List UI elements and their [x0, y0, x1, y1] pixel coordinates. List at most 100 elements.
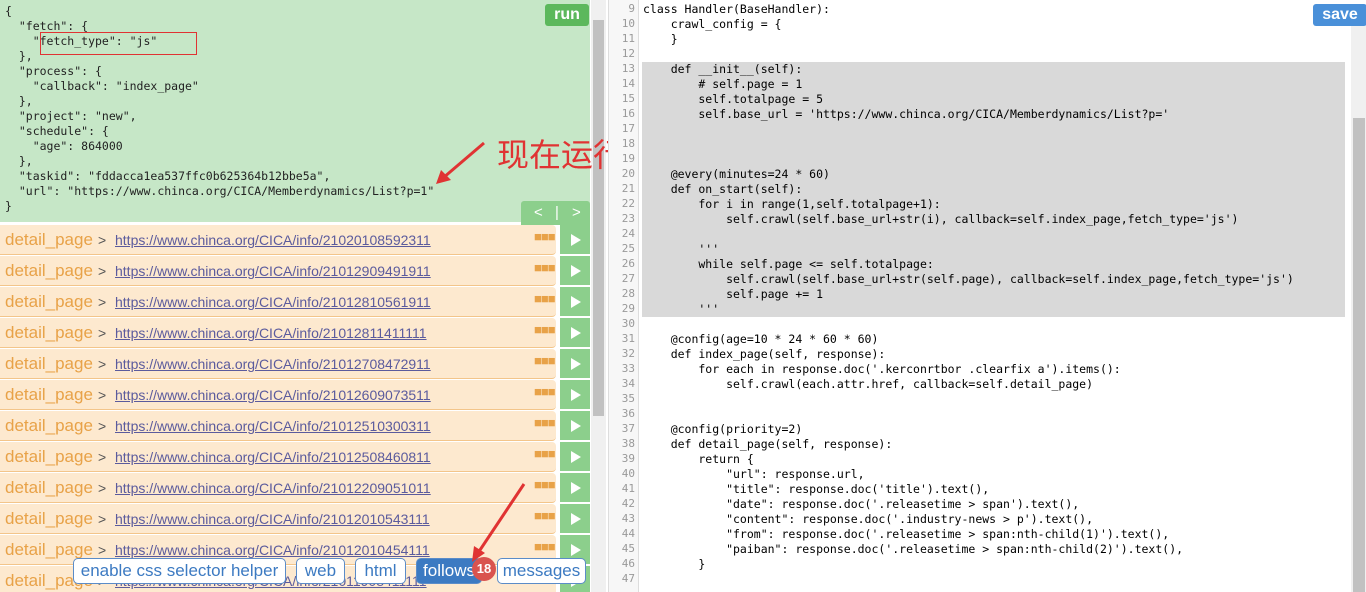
next-page-button[interactable]: > [572, 204, 581, 221]
play-icon[interactable] [560, 256, 590, 286]
code-line[interactable]: self.base_url = 'https://www.chinca.org/… [643, 107, 1169, 121]
result-row[interactable]: detail_page > https://www.chinca.org/CICA/… [0, 504, 590, 534]
code-line[interactable]: } [643, 32, 678, 46]
result-url-link[interactable]: https://www.chinca.org/CICA/info/2101290… [115, 263, 431, 279]
result-row-body[interactable]: detail_page > https://www.chinca.org/CICA/… [0, 256, 556, 286]
result-url-link[interactable]: https://www.chinca.org/CICA/info/2101201… [115, 542, 430, 558]
result-url-link[interactable]: https://www.chinca.org/CICA/info/2102010… [115, 232, 431, 248]
callback-name: detail_page [5, 261, 93, 280]
more-dots-icon[interactable]: ■■■ [534, 415, 556, 430]
code-line[interactable]: } [643, 557, 705, 571]
prev-page-button[interactable]: < [534, 204, 543, 221]
more-dots-icon[interactable]: ■■■ [534, 322, 556, 337]
result-row[interactable]: detail_page > https://www.chinca.org/CICA/… [0, 442, 590, 472]
play-icon[interactable] [560, 287, 590, 317]
result-row-body[interactable]: detail_page > https://www.chinca.org/CICA/… [0, 442, 556, 472]
code-line[interactable]: def detail_page(self, response): [643, 437, 893, 451]
play-icon[interactable] [560, 411, 590, 441]
line-number: 19 [621, 152, 635, 165]
result-row-body[interactable]: detail_page > https://www.chinca.org/CICA/… [0, 318, 556, 348]
code-line[interactable]: self.crawl(self.base_url+str(self.page),… [643, 272, 1294, 286]
more-dots-icon[interactable]: ■■■ [534, 384, 556, 399]
result-row-body[interactable]: detail_page > https://www.chinca.org/CICA/… [0, 225, 556, 255]
result-url-link[interactable]: https://www.chinca.org/CICA/info/2101270… [115, 356, 431, 372]
more-dots-icon[interactable]: ■■■ [534, 508, 556, 523]
result-row[interactable]: detail_page > https://www.chinca.org/CICA/… [0, 380, 590, 410]
pager-separator: | [555, 204, 559, 221]
code-line[interactable]: def on_start(self): [643, 182, 803, 196]
more-dots-icon[interactable]: ■■■ [534, 446, 556, 461]
result-row-body[interactable]: detail_page > https://www.chinca.org/CICA/… [0, 504, 556, 534]
code-line[interactable]: # self.page = 1 [643, 77, 802, 91]
more-dots-icon[interactable]: ■■■ [534, 477, 556, 492]
code-line[interactable]: @config(priority=2) [643, 422, 803, 436]
play-icon[interactable] [560, 318, 590, 348]
result-url-link[interactable]: https://www.chinca.org/CICA/info/2101220… [115, 480, 431, 496]
code-line[interactable]: "date": response.doc('.releasetime > spa… [643, 497, 1079, 511]
code-line[interactable]: self.page += 1 [643, 287, 823, 301]
code-line[interactable]: "url": response.url, [643, 467, 864, 481]
play-icon[interactable] [560, 473, 590, 503]
result-row[interactable]: detail_page > https://www.chinca.org/CICA/… [0, 473, 590, 503]
result-row[interactable]: detail_page > https://www.chinca.org/CICA/… [0, 256, 590, 286]
tab-messages[interactable]: messages [497, 558, 586, 584]
save-button[interactable]: save [1313, 4, 1366, 26]
arrow-separator: > [98, 542, 107, 558]
code-line[interactable]: def index_page(self, response): [643, 347, 886, 361]
result-row-body[interactable]: detail_page > https://www.chinca.org/CICA/… [0, 380, 556, 410]
code-line[interactable]: @every(minutes=24 * 60) [643, 167, 830, 181]
play-icon[interactable] [560, 442, 590, 472]
code-line[interactable]: "from": response.doc('.releasetime > spa… [643, 527, 1169, 541]
result-row[interactable]: detail_page > https://www.chinca.org/CICA/… [0, 225, 590, 255]
result-url-link[interactable]: https://www.chinca.org/CICA/info/2101281… [115, 294, 431, 310]
more-dots-icon[interactable]: ■■■ [534, 260, 556, 275]
code-line[interactable]: "content": response.doc('.industry-news … [643, 512, 1093, 526]
result-url-link[interactable]: https://www.chinca.org/CICA/info/2101251… [115, 418, 431, 434]
code-line[interactable]: self.crawl(self.base_url+str(i), callbac… [643, 212, 1238, 226]
code-line[interactable]: "title": response.doc('title').text(), [643, 482, 989, 496]
left-scrollbar-thumb[interactable] [593, 20, 604, 416]
result-row-body[interactable]: detail_page > https://www.chinca.org/CICA/… [0, 287, 556, 317]
line-number: 24 [621, 227, 635, 240]
play-icon[interactable] [560, 225, 590, 255]
result-row-body[interactable]: detail_page > https://www.chinca.org/CICA/… [0, 349, 556, 379]
code-line[interactable]: @config(age=10 * 24 * 60 * 60) [643, 332, 879, 346]
result-row[interactable]: detail_page > https://www.chinca.org/CICA/… [0, 349, 590, 379]
code-line[interactable]: ''' [643, 242, 719, 256]
result-url-link[interactable]: https://www.chinca.org/CICA/info/2101201… [115, 511, 430, 527]
code-line[interactable]: for each in response.doc('.kerconrtbor .… [643, 362, 1120, 376]
code-line[interactable]: self.crawl(each.attr.href, callback=self… [643, 377, 1093, 391]
result-url-link[interactable]: https://www.chinca.org/CICA/info/2101260… [115, 387, 431, 403]
code-line[interactable]: crawl_config = { [643, 17, 782, 31]
more-dots-icon[interactable]: ■■■ [534, 353, 556, 368]
result-row-body[interactable]: detail_page > https://www.chinca.org/CICA/… [0, 473, 556, 503]
code-line[interactable]: for i in range(1,self.totalpage+1): [643, 197, 940, 211]
run-button[interactable]: run [545, 4, 589, 26]
code-line[interactable]: def __init__(self): [643, 62, 803, 76]
result-row[interactable]: detail_page > https://www.chinca.org/CICA/… [0, 287, 590, 317]
play-icon[interactable] [560, 380, 590, 410]
result-url-link[interactable]: https://www.chinca.org/CICA/info/2101250… [115, 449, 431, 465]
code-line[interactable]: self.totalpage = 5 [643, 92, 823, 106]
code-line[interactable]: class Handler(BaseHandler): [643, 2, 830, 16]
code-line[interactable]: return { [643, 452, 753, 466]
play-icon[interactable] [560, 504, 590, 534]
tab-web[interactable]: web [296, 558, 345, 584]
line-number: 30 [621, 317, 635, 330]
code-line[interactable]: "paiban": response.doc('.releasetime > s… [643, 542, 1183, 556]
result-row[interactable]: detail_page > https://www.chinca.org/CICA/… [0, 411, 590, 441]
editor-scrollbar-thumb[interactable] [1353, 118, 1365, 592]
task-json-line: "taskid": "fddacca1ea537ffc0b625364b12bb… [5, 169, 331, 183]
code-editor[interactable]: 9 10 11 12 13 14 15 16 17 18 19 20 21 22 23 24 25 26 27 28 2… [608, 0, 1366, 592]
more-dots-icon[interactable]: ■■■ [534, 291, 556, 306]
more-dots-icon[interactable]: ■■■ [534, 539, 556, 554]
result-url-link[interactable]: https://www.chinca.org/CICA/info/2101281… [115, 325, 427, 341]
more-dots-icon[interactable]: ■■■ [534, 229, 556, 244]
css-selector-helper-button[interactable]: enable css selector helper [73, 558, 286, 584]
result-row-body[interactable]: detail_page > https://www.chinca.org/CICA/… [0, 411, 556, 441]
tab-html[interactable]: html [355, 558, 406, 584]
result-row[interactable]: detail_page > https://www.chinca.org/CICA/… [0, 318, 590, 348]
code-line[interactable]: while self.page <= self.totalpage: [643, 257, 933, 271]
play-icon[interactable] [560, 349, 590, 379]
code-line[interactable]: ''' [643, 302, 719, 316]
